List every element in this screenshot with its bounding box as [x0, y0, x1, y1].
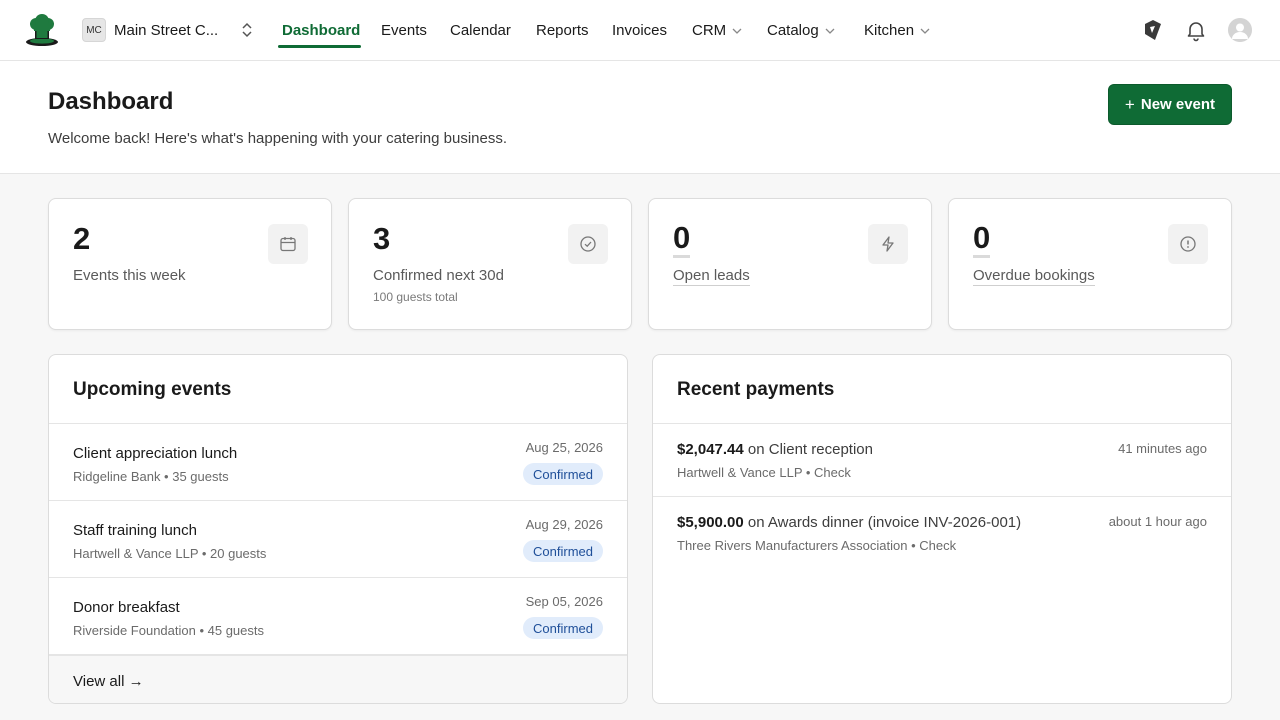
- event-name: Staff training lunch: [73, 522, 197, 539]
- payment-summary: $5,900.00 on Awards dinner (invoice INV-…: [677, 514, 1021, 531]
- event-row[interactable]: Donor breakfast Riverside Foundation • 4…: [49, 578, 627, 655]
- stat-label: Confirmed next 30d: [373, 267, 504, 284]
- nav-crm-label: CRM: [692, 22, 727, 39]
- event-date: Sep 05, 2026: [525, 594, 603, 609]
- event-meta: Ridgeline Bank • 35 guests: [73, 469, 229, 484]
- view-all-footer: View all →: [49, 655, 627, 703]
- event-row[interactable]: Staff training lunch Hartwell & Vance LL…: [49, 501, 627, 578]
- user-avatar[interactable]: [1228, 18, 1252, 42]
- nav-calendar[interactable]: Calendar: [450, 0, 511, 61]
- payment-meta: Three Rivers Manufacturers Association •…: [677, 538, 957, 553]
- bell-icon[interactable]: [1184, 18, 1208, 42]
- stat-label-link[interactable]: Overdue bookings: [973, 267, 1095, 286]
- payment-description: on Client reception: [743, 441, 873, 458]
- stat-card-open-leads[interactable]: 0 Open leads: [648, 198, 932, 330]
- page-header: Dashboard Welcome back! Here's what's ha…: [0, 61, 1280, 174]
- top-navigation: MC Main Street C... Dashboard Events Cal…: [0, 0, 1280, 61]
- stat-label-link[interactable]: Open leads: [673, 267, 750, 286]
- page-title: Dashboard: [48, 88, 174, 115]
- event-date: Aug 25, 2026: [525, 440, 603, 455]
- stat-value: 3: [373, 221, 391, 256]
- lightning-icon: [868, 224, 908, 264]
- status-badge: Confirmed: [523, 617, 603, 639]
- payment-row[interactable]: $2,047.44 on Client reception Hartwell &…: [653, 424, 1231, 497]
- stat-card-overdue-bookings[interactable]: 0 Overdue bookings: [948, 198, 1232, 330]
- org-name: Main Street C...: [114, 21, 219, 39]
- chef-hat-logo-icon[interactable]: [24, 12, 60, 48]
- page-subtitle: Welcome back! Here's what's happening wi…: [48, 130, 508, 147]
- stat-card-confirmed-next-30d: 3 Confirmed next 30d 100 guests total: [348, 198, 632, 330]
- feature-tag-icon[interactable]: [1141, 18, 1165, 42]
- chevron-down-icon: [825, 28, 835, 34]
- nav-catalog-label: Catalog: [767, 22, 819, 39]
- nav-catalog[interactable]: Catalog: [767, 0, 835, 61]
- check-circle-icon: [568, 224, 608, 264]
- stat-value: 0: [973, 221, 991, 258]
- org-initials-badge: MC: [82, 18, 106, 42]
- status-badge: Confirmed: [523, 540, 603, 562]
- panel-title: Upcoming events: [73, 379, 232, 400]
- plus-icon: +: [1124, 94, 1135, 114]
- event-name: Client appreciation lunch: [73, 445, 238, 462]
- payment-time: 41 minutes ago: [1118, 441, 1207, 456]
- payment-amount: $5,900.00: [677, 514, 744, 531]
- payment-time: about 1 hour ago: [1108, 514, 1207, 529]
- nav-kitchen[interactable]: Kitchen: [864, 0, 930, 61]
- nav-crm[interactable]: CRM: [692, 0, 742, 61]
- status-badge: Confirmed: [523, 463, 603, 485]
- event-meta: Hartwell & Vance LLP • 20 guests: [73, 546, 267, 561]
- chevron-down-icon: [920, 28, 930, 34]
- org-switcher[interactable]: MC Main Street C...: [82, 18, 226, 42]
- recent-payments-panel: Recent payments $2,047.44 on Client rece…: [652, 354, 1232, 704]
- stat-label: Events this week: [73, 267, 186, 284]
- alert-circle-icon: [1168, 224, 1208, 264]
- payment-description: on Awards dinner (invoice INV-2026-001): [743, 514, 1022, 531]
- event-date: Aug 29, 2026: [525, 517, 603, 532]
- calendar-icon: [268, 224, 308, 264]
- nav-reports[interactable]: Reports: [536, 0, 589, 61]
- nav-events[interactable]: Events: [381, 0, 427, 61]
- payment-row[interactable]: $5,900.00 on Awards dinner (invoice INV-…: [653, 497, 1231, 570]
- new-event-button[interactable]: + New event: [1108, 84, 1232, 125]
- active-nav-indicator: [278, 45, 361, 48]
- unfold-icon[interactable]: [240, 21, 254, 39]
- panel-title: Recent payments: [677, 379, 835, 400]
- event-meta: Riverside Foundation • 45 guests: [73, 623, 264, 638]
- event-name: Donor breakfast: [73, 599, 180, 616]
- stat-value: 2: [73, 221, 91, 256]
- stat-note: 100 guests total: [373, 290, 458, 304]
- payment-meta: Hartwell & Vance LLP • Check: [677, 465, 851, 480]
- event-row[interactable]: Client appreciation lunch Ridgeline Bank…: [49, 424, 627, 501]
- nav-dashboard[interactable]: Dashboard: [282, 0, 360, 61]
- chevron-down-icon: [732, 28, 742, 34]
- stat-card-events-this-week: 2 Events this week: [48, 198, 332, 330]
- nav-kitchen-label: Kitchen: [864, 22, 915, 39]
- payment-amount: $2,047.44: [677, 441, 744, 458]
- view-all-link[interactable]: View all →: [73, 673, 144, 690]
- payment-summary: $2,047.44 on Client reception: [677, 441, 873, 458]
- upcoming-events-panel: Upcoming events Client appreciation lunc…: [48, 354, 628, 704]
- new-event-label: New event: [1140, 96, 1216, 113]
- nav-invoices[interactable]: Invoices: [612, 0, 667, 61]
- stat-value: 0: [673, 221, 691, 258]
